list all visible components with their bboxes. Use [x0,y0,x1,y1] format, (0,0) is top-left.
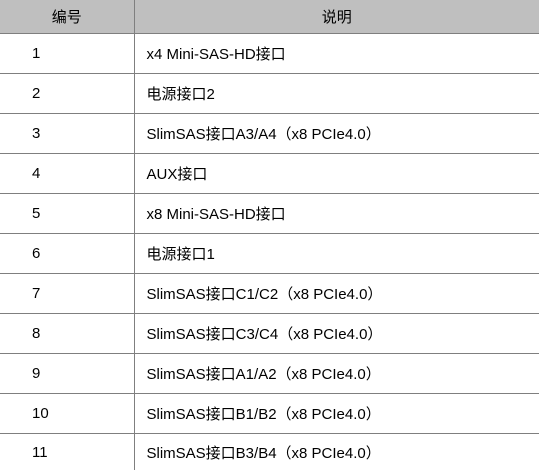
row-description: x8 Mini-SAS-HD接口 [134,193,539,234]
table-header-row: 编号 说明 [0,0,539,34]
table-row: 5 x8 Mini-SAS-HD接口 [0,193,539,234]
header-description: 说明 [134,0,539,34]
row-number: 11 [0,433,135,470]
row-description: SlimSAS接口A1/A2（x8 PCIe4.0） [134,353,539,394]
row-number: 9 [0,353,135,394]
table-row: 8 SlimSAS接口C3/C4（x8 PCIe4.0） [0,313,539,354]
table-row: 3 SlimSAS接口A3/A4（x8 PCIe4.0） [0,113,539,154]
table-row: 2 电源接口2 [0,73,539,114]
row-description: AUX接口 [134,153,539,194]
row-description: SlimSAS接口C3/C4（x8 PCIe4.0） [134,313,539,354]
table-row: 1 x4 Mini-SAS-HD接口 [0,33,539,74]
interface-table: 编号 说明 1 x4 Mini-SAS-HD接口 2 电源接口2 3 SlimS… [0,0,539,470]
row-number: 6 [0,233,135,274]
row-number: 8 [0,313,135,354]
row-number: 7 [0,273,135,314]
row-description: 电源接口1 [134,233,539,274]
row-number: 3 [0,113,135,154]
row-description: SlimSAS接口B3/B4（x8 PCIe4.0） [146,444,381,462]
table-row: 4 AUX接口 [0,153,539,194]
row-number: 1 [0,33,135,74]
row-number: 2 [0,73,135,114]
table-row: 6 电源接口1 [0,233,539,274]
row-description: x4 Mini-SAS-HD接口 [134,33,539,74]
row-number: 5 [0,193,135,234]
row-description: SlimSAS接口A3/A4（x8 PCIe4.0） [134,113,539,154]
table-row: 7 SlimSAS接口C1/C2（x8 PCIe4.0） [0,273,539,314]
table-row: 10 SlimSAS接口B1/B2（x8 PCIe4.0） [0,393,539,434]
row-number: 4 [0,153,135,194]
row-description: SlimSAS接口C1/C2（x8 PCIe4.0） [134,273,539,314]
header-number: 编号 [0,0,135,34]
row-description: 电源接口2 [134,73,539,114]
table-row: 11 SlimSAS接口B3/B4（x8 PCIe4.0） [0,433,539,470]
table-row: 9 SlimSAS接口A1/A2（x8 PCIe4.0） [0,353,539,394]
row-description: SlimSAS接口B1/B2（x8 PCIe4.0） [134,393,539,434]
row-number: 10 [0,393,135,434]
